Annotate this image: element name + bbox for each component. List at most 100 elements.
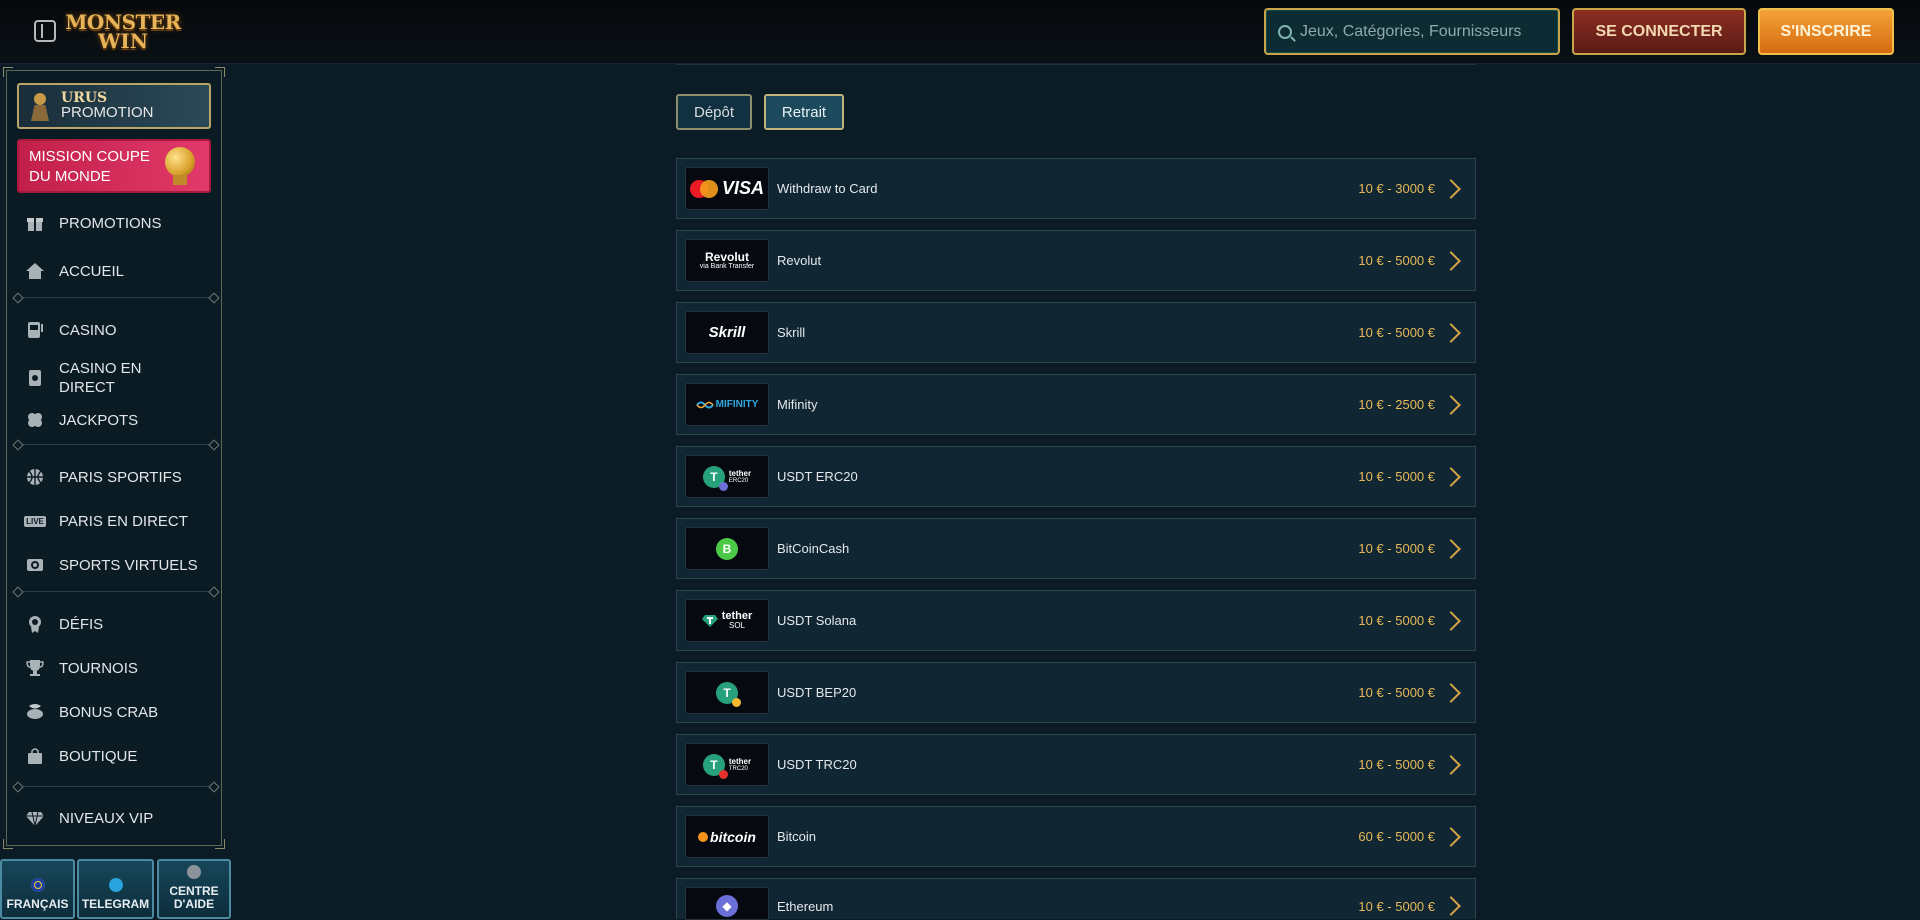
sidebar-item-casino[interactable]: CASINO (25, 314, 215, 346)
live-badge: LIVE (24, 515, 46, 527)
sidebar-item-paris-sportifs[interactable]: PARIS SPORTIFS (25, 461, 215, 493)
logo-subtext: TRC20 (728, 765, 748, 772)
logo-text: bitcoin (710, 828, 756, 845)
sidebar-item-label: SPORTS VIRTUELS (59, 556, 198, 574)
withdraw-method-row[interactable]: Skrill Skrill 10 € - 5000 € (676, 302, 1476, 363)
withdraw-method-row[interactable]: T tether ERC20 USDT ERC20 10 € - 5000 € (676, 446, 1476, 507)
sidebar-item-niveaux-vip[interactable]: NIVEAUX VIP (25, 802, 215, 834)
sidebar-item-label: BONUS CRAB (59, 703, 159, 721)
bitcoin-icon (698, 831, 709, 842)
method-name: Mifinity (777, 397, 818, 412)
content-top-divider (676, 64, 1476, 65)
method-limit: 10 € - 5000 € (1358, 541, 1435, 556)
logo-subtext: ERC20 (728, 477, 749, 484)
chevron-right-icon (1447, 754, 1457, 776)
method-name: USDT TRC20 (777, 757, 857, 772)
search-input[interactable] (1300, 22, 1550, 41)
world-cup-mission-card[interactable]: MISSION COUPE DU MONDE (17, 139, 211, 193)
sidebar-item-boutique[interactable]: BOUTIQUE (25, 740, 215, 772)
sidebar-item-promotions[interactable]: PROMOTIONS (25, 207, 215, 239)
basketball-icon (25, 467, 45, 487)
ethereum-icon: ◆ (716, 895, 738, 917)
sidebar-item-defis[interactable]: DÉFIS (25, 608, 215, 640)
sidebar-item-accueil[interactable]: ACCUEIL (25, 255, 215, 287)
signup-button[interactable]: S'INSCRIRE (1758, 8, 1894, 55)
bitcoin-cash-icon: B (716, 537, 738, 560)
frame-corner (3, 67, 13, 77)
frame-corner (3, 839, 13, 849)
chevron-right-icon (1447, 538, 1457, 560)
chevron-right-icon (1447, 610, 1457, 632)
method-limit: 10 € - 3000 € (1358, 181, 1435, 196)
withdraw-method-row[interactable]: T tether TRC20 USDT TRC20 10 € - 5000 € (676, 734, 1476, 795)
bitcoin-cash-logo: B (685, 527, 769, 570)
withdraw-method-row[interactable]: VISA Withdraw to Card 10 € - 3000 € (676, 158, 1476, 219)
withdraw-method-row[interactable]: Revolut via Bank Transfer Revolut 10 € -… (676, 230, 1476, 291)
clover-icon (25, 410, 45, 430)
bnb-badge-icon (732, 697, 741, 707)
language-button[interactable]: FRANÇAIS (0, 859, 75, 919)
live-icon: LIVE (24, 511, 46, 531)
withdraw-method-row[interactable]: tether SOL USDT Solana 10 € - 5000 € (676, 590, 1476, 651)
logo-subtext: SOL (728, 621, 745, 630)
method-limit: 10 € - 2500 € (1358, 397, 1435, 412)
chevron-right-icon (1447, 394, 1457, 416)
logo-line2: WIN (97, 29, 149, 53)
withdraw-method-row[interactable]: bitcoin Bitcoin 60 € - 5000 € (676, 806, 1476, 867)
shop-bag-icon (25, 746, 45, 766)
diamond-icon (25, 808, 45, 828)
logo-text: tether (728, 756, 752, 766)
trophy-icon (25, 658, 45, 678)
sidebar-item-paris-en-direct[interactable]: LIVE PARIS EN DIRECT (24, 505, 215, 537)
sidebar-item-tournois[interactable]: TOURNOIS (25, 652, 215, 684)
sidebar-divider (17, 591, 215, 592)
cards-icon (25, 368, 45, 388)
home-icon (25, 261, 45, 281)
login-button[interactable]: SE CONNECTER (1572, 8, 1746, 55)
sidebar-item-label: PROMOTIONS (59, 214, 162, 232)
logo-text: tether (728, 468, 752, 478)
sidebar-item-casino-en-direct[interactable]: CASINO EN DIRECT (25, 357, 215, 399)
withdraw-method-row[interactable]: ◆ Ethereum 10 € - 5000 € (676, 878, 1476, 920)
help-center-button[interactable]: CENTRE D'AIDE (157, 859, 231, 919)
method-name: USDT BEP20 (777, 685, 857, 700)
sidebar-toggle-icon[interactable] (34, 20, 56, 42)
chevron-right-icon (1447, 466, 1457, 488)
withdraw-method-row[interactable]: T USDT BEP20 10 € - 5000 € (676, 662, 1476, 723)
tether-bep20-logo: T (685, 671, 769, 714)
sidebar-item-jackpots[interactable]: JACKPOTS (25, 404, 215, 436)
withdraw-method-row[interactable]: B BitCoinCash 10 € - 5000 € (676, 518, 1476, 579)
tether-trc20-logo: T tether TRC20 (685, 743, 769, 786)
search-box[interactable] (1264, 8, 1560, 55)
skrill-logo: Skrill (685, 311, 769, 354)
telegram-icon (108, 878, 123, 892)
tab-depot[interactable]: Dépôt (676, 94, 752, 130)
chevron-right-icon (1447, 322, 1457, 344)
frame-corner (215, 839, 225, 849)
sidebar-item-sports-virtuels[interactable]: SPORTS VIRTUELS (25, 549, 215, 581)
method-name: Withdraw to Card (777, 181, 878, 196)
method-name: Revolut (777, 253, 822, 268)
promo-card-title: URUS (61, 89, 108, 106)
method-name: USDT Solana (777, 613, 857, 628)
urus-promotion-card[interactable]: URUS PROMOTION (17, 83, 211, 129)
sidebar-item-label: NIVEAUX VIP (59, 809, 154, 827)
sidebar-divider (17, 297, 215, 298)
help-center-label: CENTRE D'AIDE (169, 884, 219, 911)
sidebar-item-bonus-crab[interactable]: BONUS CRAB (25, 696, 215, 728)
tab-retrait[interactable]: Retrait (764, 94, 844, 130)
telegram-button[interactable]: TELEGRAM (77, 859, 154, 919)
sidebar-item-label: TOURNOIS (59, 659, 138, 677)
method-name: Ethereum (777, 899, 834, 914)
withdraw-method-row[interactable]: MIFINITY Mifinity 10 € - 2500 € (676, 374, 1476, 435)
method-limit: 10 € - 5000 € (1358, 253, 1435, 268)
bull-figure-icon (25, 89, 59, 123)
tether-diamond-icon (701, 614, 718, 627)
logo-subtext: via Bank Transfer (699, 263, 755, 270)
sidebar-divider (17, 786, 215, 787)
method-name: Skrill (777, 325, 806, 340)
ethereum-logo: ◆ (685, 887, 769, 920)
tron-badge-icon (718, 769, 728, 779)
brand-logo[interactable]: MONSTER WIN (65, 8, 181, 56)
tether-icon: T (716, 681, 741, 707)
